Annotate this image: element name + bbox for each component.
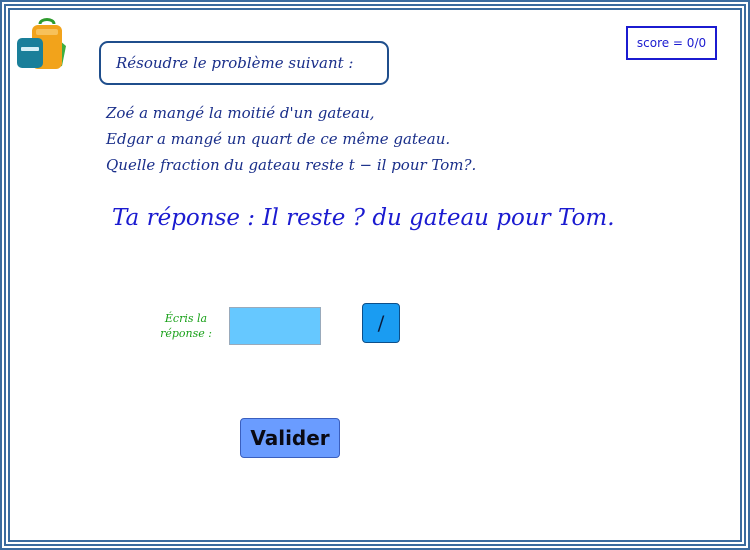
instruction-text: Résoudre le problème suivant : (116, 54, 354, 72)
problem-line: Zoé a mangé la moitié d'un gateau, (106, 104, 375, 122)
answer-sentence: Ta réponse : Il reste ? du gateau pour T… (112, 205, 615, 231)
score-text: score = 0/0 (636, 36, 707, 50)
problem-statement: Zoé a mangé la moitié d'un gateau, Edgar… (106, 100, 476, 178)
instruction-box: Résoudre le problème suivant : (99, 41, 389, 85)
score-box: score = 0/0 (626, 26, 717, 60)
backpack-icon (17, 18, 66, 69)
problem-line: Quelle fraction du gateau reste t − il p… (106, 156, 477, 174)
answer-prompt: Écris la réponse : (154, 311, 218, 341)
inner-frame (8, 8, 742, 542)
prompt-line: Écris la (164, 312, 208, 325)
fraction-button[interactable]: / (362, 303, 400, 343)
submit-button[interactable]: Valider (240, 418, 340, 458)
prompt-line: réponse : (160, 327, 212, 340)
answer-input[interactable] (229, 307, 321, 345)
problem-line: Edgar a mangé un quart de ce même gateau… (106, 130, 451, 148)
